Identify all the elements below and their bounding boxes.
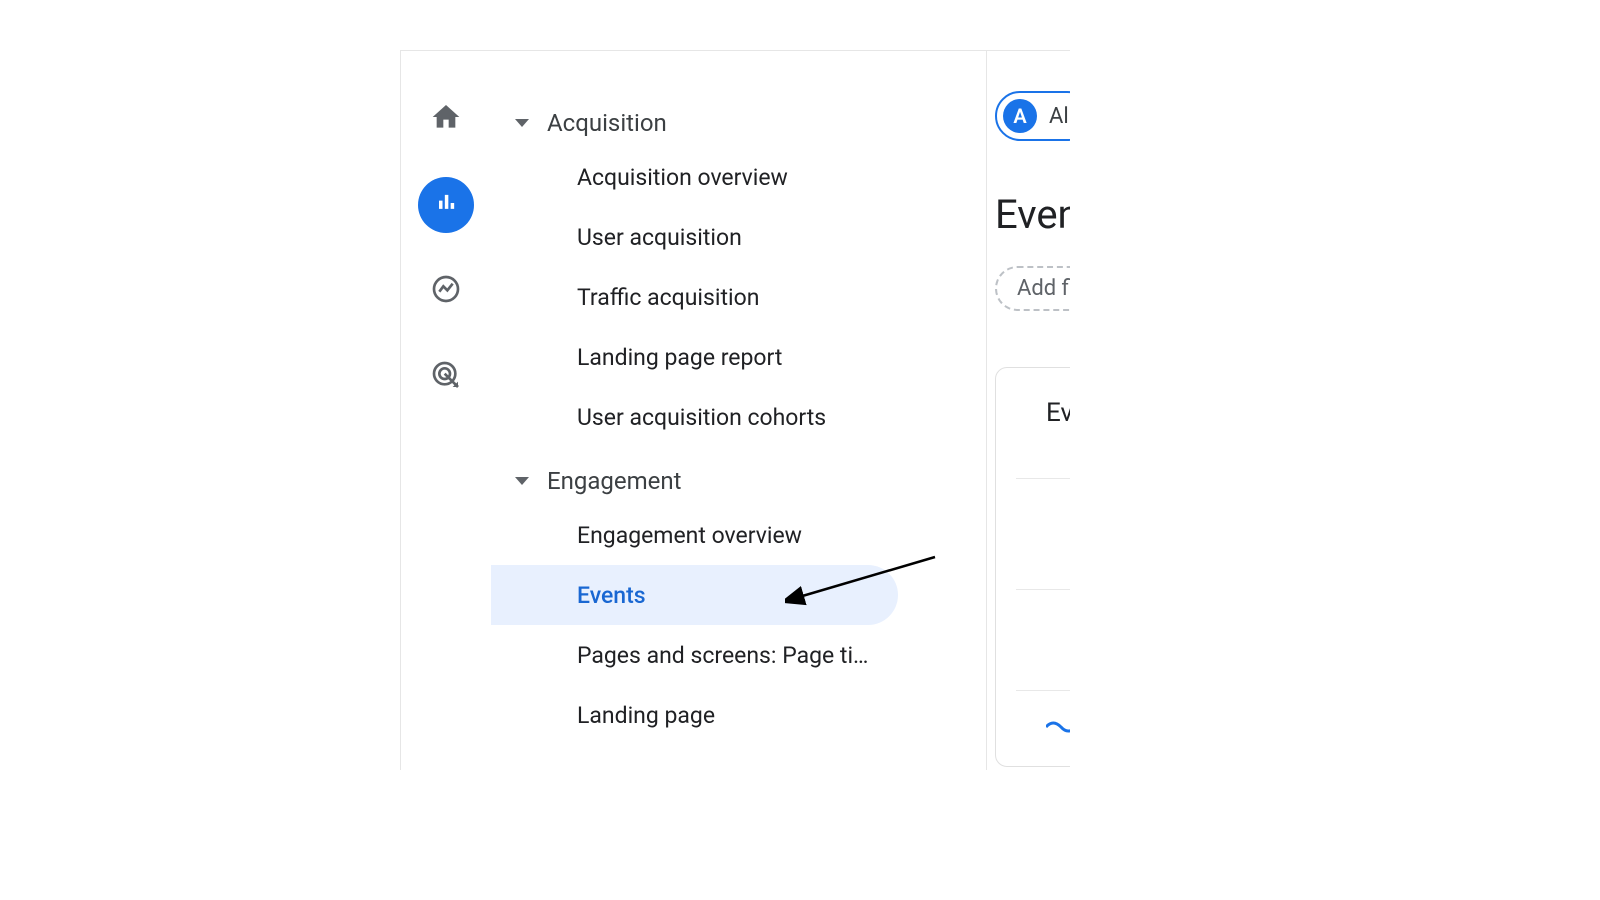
- nav-group-acquisition: Acquisition Acquisition overview User ac…: [491, 99, 986, 447]
- nav-group-label: Engagement: [547, 467, 682, 495]
- app-frame: Life cycle ⌃ Acquisition Acquisition ove…: [400, 50, 1070, 770]
- nav-home[interactable]: [418, 91, 474, 147]
- chart-line-fragment: [1046, 713, 1070, 741]
- caret-down-icon: [515, 119, 529, 127]
- nav-item-pages-and-screens[interactable]: Pages and screens: Page ti…: [491, 625, 898, 685]
- main-content: A All Even Add fil Ev: [987, 51, 1070, 770]
- nav-group-items-engagement: Engagement overview Events Pages and scr…: [491, 505, 986, 745]
- nav-item-engagement-overview[interactable]: Engagement overview: [491, 505, 898, 565]
- nav-item-landing-page[interactable]: Landing page: [491, 685, 898, 745]
- target-cursor-icon: [430, 359, 462, 395]
- caret-down-icon: [515, 477, 529, 485]
- nav-panel: Life cycle ⌃ Acquisition Acquisition ove…: [491, 51, 987, 770]
- icon-rail: [401, 51, 491, 770]
- nav-group-header-engagement[interactable]: Engagement: [491, 457, 986, 505]
- nav-group-items-acquisition: Acquisition overview User acquisition Tr…: [491, 147, 986, 447]
- nav-item-landing-page-report[interactable]: Landing page report: [491, 327, 898, 387]
- card-divider: [1016, 589, 1070, 590]
- bar-chart-icon: [432, 189, 460, 221]
- nav-item-acquisition-overview[interactable]: Acquisition overview: [491, 147, 898, 207]
- nav-reports[interactable]: [418, 177, 474, 233]
- chip-label: Add fil: [1017, 276, 1070, 301]
- nav-item-events[interactable]: Events: [491, 565, 898, 625]
- avatar: A: [1003, 99, 1037, 133]
- nav-group-header-acquisition[interactable]: Acquisition: [491, 99, 986, 147]
- home-icon: [430, 101, 462, 137]
- nav-item-traffic-acquisition[interactable]: Traffic acquisition: [491, 267, 898, 327]
- report-card: Ev: [995, 367, 1070, 767]
- nav-explore[interactable]: [418, 263, 474, 319]
- all-users-chip[interactable]: A All: [995, 91, 1070, 141]
- nav-item-user-acquisition[interactable]: User acquisition: [491, 207, 898, 267]
- nav-group-label: Acquisition: [547, 109, 667, 137]
- trend-circle-icon: [430, 273, 462, 309]
- add-filter-chip[interactable]: Add fil: [995, 266, 1070, 311]
- card-heading: Ev: [1016, 398, 1070, 428]
- card-divider: [1016, 478, 1070, 479]
- nav-group-engagement: Engagement Engagement overview Events Pa…: [491, 457, 986, 745]
- card-divider: [1016, 690, 1070, 691]
- page-title: Even: [995, 191, 1070, 238]
- nav-item-user-acquisition-cohorts[interactable]: User acquisition cohorts: [491, 387, 898, 447]
- chip-label: All: [1049, 104, 1070, 129]
- nav-advertising[interactable]: [418, 349, 474, 405]
- chart-line-fragment: [1046, 763, 1070, 770]
